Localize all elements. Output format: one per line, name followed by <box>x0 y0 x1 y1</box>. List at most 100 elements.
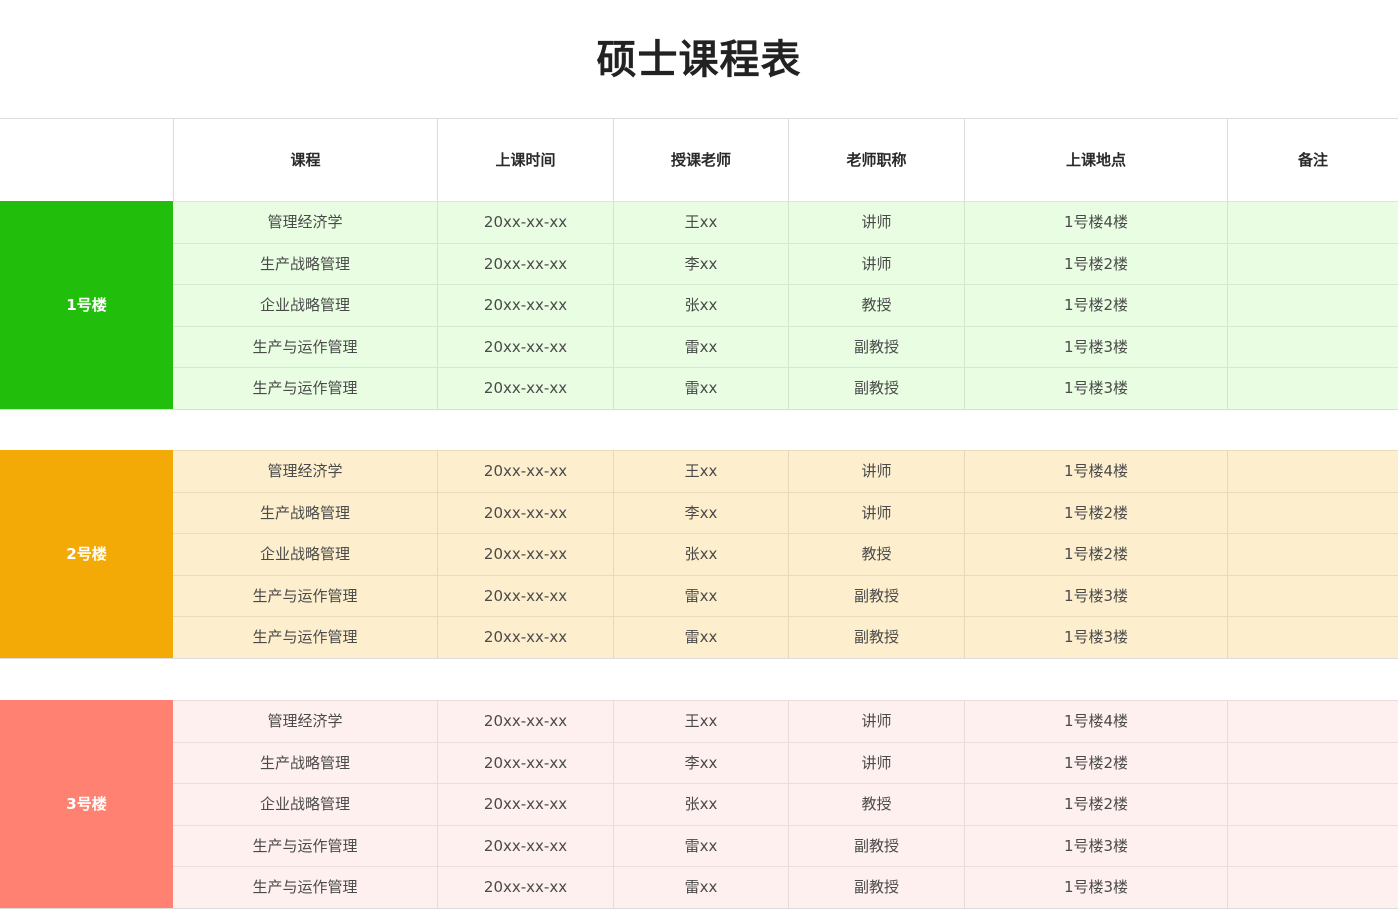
cell-time: 20xx-xx-xx <box>437 492 613 534</box>
cell-notes <box>1227 534 1398 576</box>
header-teacher: 授课老师 <box>613 119 788 201</box>
cell-location: 1号楼2楼 <box>964 492 1227 534</box>
cell-time: 20xx-xx-xx <box>437 825 613 867</box>
cell-teacher-title: 讲师 <box>788 492 964 534</box>
cell-time: 20xx-xx-xx <box>437 617 613 659</box>
cell-notes <box>1227 492 1398 534</box>
cell-time: 20xx-xx-xx <box>437 326 613 368</box>
cell-course: 企业战略管理 <box>259 795 350 814</box>
table-row: 生产战略管理 20xx-xx-xx 李xx 讲师 1号楼2楼 <box>173 741 1398 784</box>
cell-time: 20xx-xx-xx <box>437 243 613 285</box>
cell-notes <box>1227 326 1398 368</box>
cell-time: 20xx-xx-xx <box>437 742 613 784</box>
building-group-1: 1号楼 管理经济学 20xx-xx-xx 王xx 讲师 1号楼4楼 生产战略管理 20xx-x… <box>0 201 1398 410</box>
cell-location: 1号楼2楼 <box>964 742 1227 784</box>
cell-teacher: 李xx <box>613 742 788 784</box>
cell-teacher-title: 教授 <box>788 784 964 826</box>
cell-location: 1号楼3楼 <box>964 368 1227 410</box>
cell-course: 管理经济学 <box>267 462 343 480</box>
cell-teacher: 张xx <box>613 784 788 826</box>
cell-time: 20xx-xx-xx <box>437 784 613 826</box>
group-divider <box>0 658 1398 659</box>
cell-location: 1号楼4楼 <box>964 451 1227 492</box>
cell-time: 20xx-xx-xx <box>437 534 613 576</box>
table-row: 生产与运作管理 20xx-xx-xx 雷xx 副教授 1号楼3楼 <box>173 824 1398 867</box>
cell-notes <box>1227 202 1398 243</box>
cell-time: 20xx-xx-xx <box>437 867 613 909</box>
building-group-3: 3号楼 管理经济学 20xx-xx-xx 王xx 讲师 1号楼4楼 生产战略管理 20xx-x… <box>0 700 1398 909</box>
cell-time: 20xx-xx-xx <box>437 575 613 617</box>
table-row: 生产战略管理 20xx-xx-xx 李xx 讲师 1号楼2楼 <box>173 491 1398 534</box>
cell-teacher-title: 副教授 <box>788 867 964 909</box>
cell-course: 生产与运作管理 <box>252 836 358 855</box>
cell-teacher-title: 副教授 <box>788 825 964 867</box>
cell-location: 1号楼3楼 <box>964 575 1227 617</box>
cell-notes <box>1227 867 1398 909</box>
cell-time: 20xx-xx-xx <box>437 451 613 492</box>
cell-teacher: 张xx <box>613 285 788 327</box>
cell-time: 20xx-xx-xx <box>437 701 613 742</box>
table-row: 管理经济学 20xx-xx-xx 王xx 讲师 1号楼4楼 <box>173 450 1398 492</box>
cell-teacher-title: 副教授 <box>788 617 964 659</box>
cell-time: 20xx-xx-xx <box>437 368 613 410</box>
cell-teacher-title: 副教授 <box>788 575 964 617</box>
cell-teacher-title: 讲师 <box>788 451 964 492</box>
table-row: 企业战略管理 20xx-xx-xx 张xx 教授 1号楼2楼 <box>173 783 1398 826</box>
cell-teacher: 李xx <box>613 243 788 285</box>
header-teacher-title: 老师职称 <box>788 119 964 201</box>
cell-course: 生产与运作管理 <box>252 628 358 647</box>
cell-time: 20xx-xx-xx <box>437 202 613 243</box>
building-label: 2号楼 <box>0 450 173 658</box>
cell-location: 1号楼2楼 <box>964 784 1227 826</box>
cell-teacher: 张xx <box>613 534 788 576</box>
cell-course: 生产与运作管理 <box>252 586 358 605</box>
cell-location: 1号楼3楼 <box>964 326 1227 368</box>
cell-notes <box>1227 575 1398 617</box>
cell-location: 1号楼3楼 <box>964 617 1227 659</box>
cell-notes <box>1227 742 1398 784</box>
cell-course: 生产与运作管理 <box>252 337 358 356</box>
cell-notes <box>1227 617 1398 659</box>
cell-teacher: 李xx <box>613 492 788 534</box>
cell-location: 1号楼4楼 <box>964 701 1227 742</box>
cell-course: 生产与运作管理 <box>252 379 358 398</box>
table-row: 生产战略管理 20xx-xx-xx 李xx 讲师 1号楼2楼 <box>173 242 1398 285</box>
table-row: 生产与运作管理 20xx-xx-xx 雷xx 副教授 1号楼3楼 <box>173 325 1398 368</box>
header-location: 上课地点 <box>964 119 1227 201</box>
cell-location: 1号楼2楼 <box>964 534 1227 576</box>
cell-teacher-title: 教授 <box>788 534 964 576</box>
cell-teacher: 雷xx <box>613 575 788 617</box>
table-row: 生产与运作管理 20xx-xx-xx 雷xx 副教授 1号楼3楼 <box>173 574 1398 617</box>
group-divider <box>0 409 1398 410</box>
cell-teacher: 王xx <box>613 451 788 492</box>
cell-teacher-title: 教授 <box>788 285 964 327</box>
table-row: 管理经济学 20xx-xx-xx 王xx 讲师 1号楼4楼 <box>173 700 1398 742</box>
cell-teacher: 雷xx <box>613 326 788 368</box>
header-group-cell <box>0 119 173 201</box>
cell-location: 1号楼3楼 <box>964 825 1227 867</box>
cell-teacher: 王xx <box>613 202 788 243</box>
header-notes: 备注 <box>1227 119 1398 201</box>
cell-teacher: 王xx <box>613 701 788 742</box>
table-row: 管理经济学 20xx-xx-xx 王xx 讲师 1号楼4楼 <box>173 201 1398 243</box>
page-title: 硕士课程表 <box>596 37 802 83</box>
header-time: 上课时间 <box>437 119 613 201</box>
table-row: 生产与运作管理 20xx-xx-xx 雷xx 副教授 1号楼3楼 <box>173 866 1398 909</box>
building-label: 3号楼 <box>0 700 173 908</box>
cell-notes <box>1227 285 1398 327</box>
cell-course: 企业战略管理 <box>259 545 350 564</box>
cell-location: 1号楼3楼 <box>964 867 1227 909</box>
cell-notes <box>1227 243 1398 285</box>
cell-notes <box>1227 784 1398 826</box>
cell-notes <box>1227 825 1398 867</box>
cell-teacher-title: 讲师 <box>788 202 964 243</box>
cell-teacher: 雷xx <box>613 825 788 867</box>
cell-course: 管理经济学 <box>267 213 343 231</box>
table-row: 企业战略管理 20xx-xx-xx 张xx 教授 1号楼2楼 <box>173 284 1398 327</box>
cell-course: 企业战略管理 <box>259 296 350 315</box>
cell-teacher-title: 副教授 <box>788 326 964 368</box>
cell-teacher-title: 讲师 <box>788 742 964 784</box>
cell-notes <box>1227 701 1398 742</box>
cell-location: 1号楼4楼 <box>964 202 1227 243</box>
cell-teacher: 雷xx <box>613 368 788 410</box>
